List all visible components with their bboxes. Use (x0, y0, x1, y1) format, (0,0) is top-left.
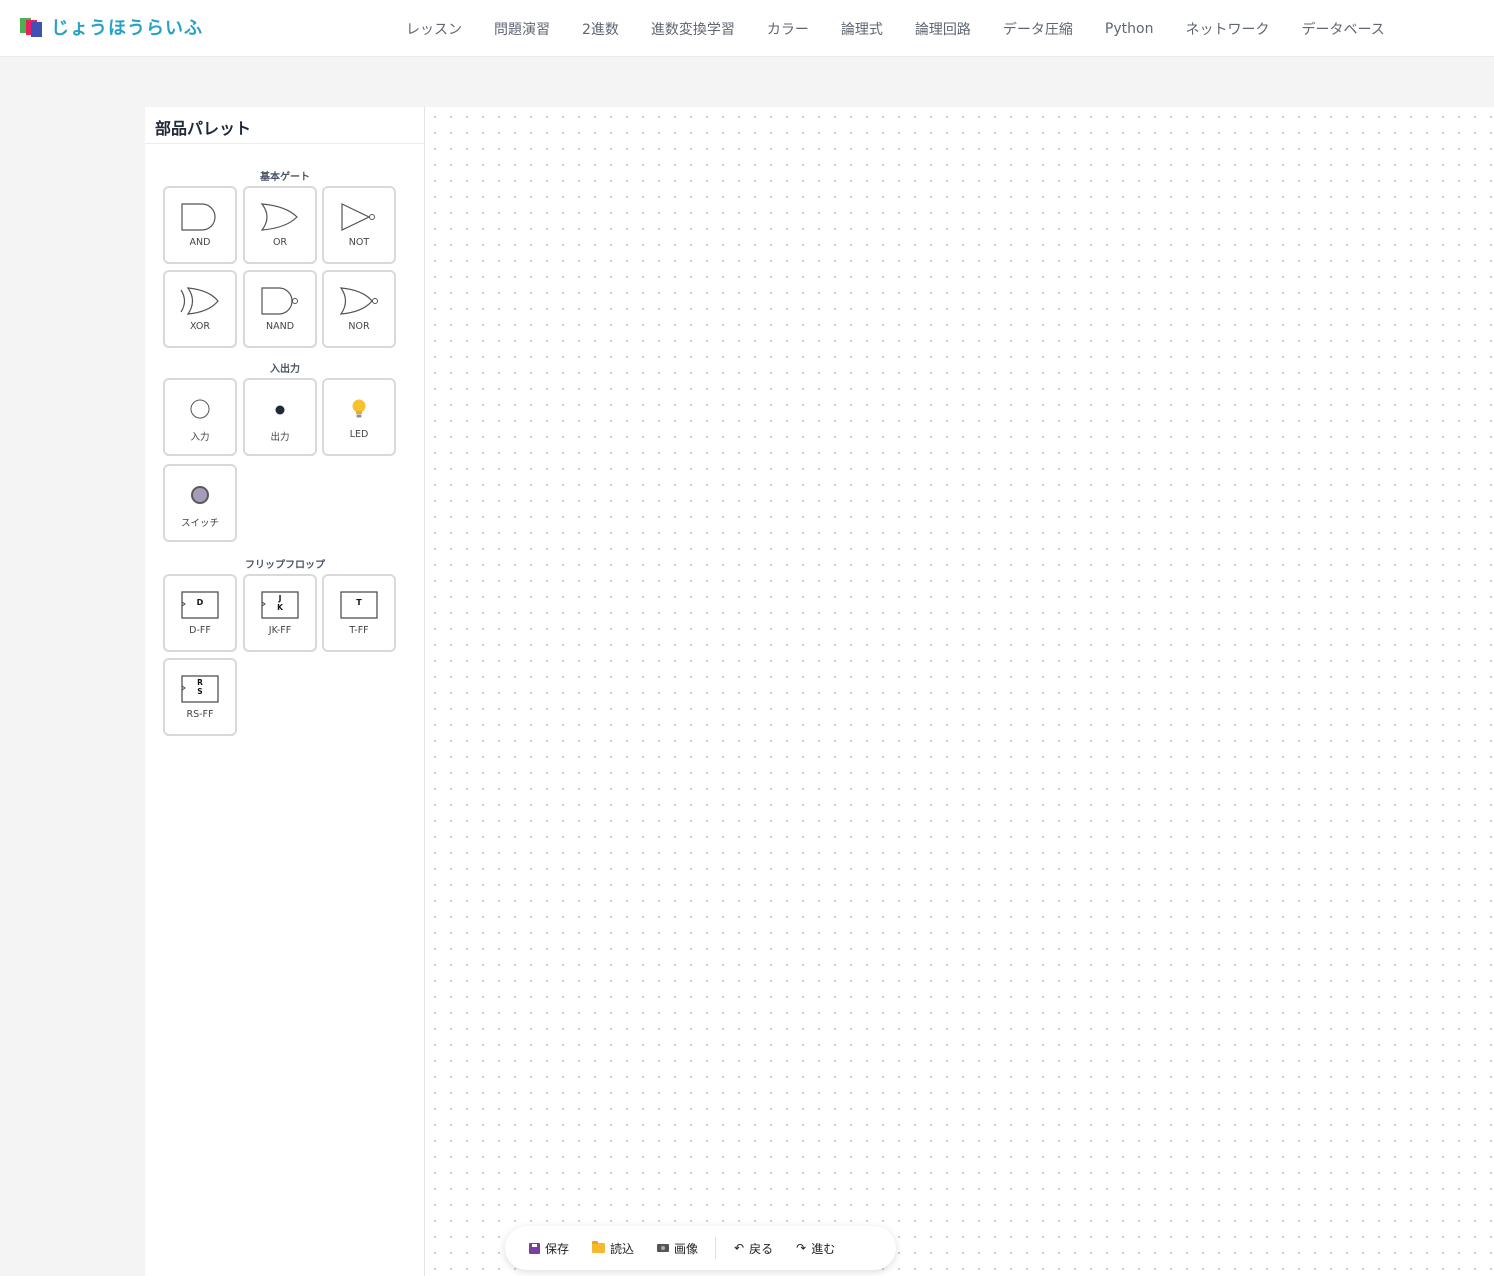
part-label: NOT (348, 237, 370, 248)
nav-binary[interactable]: 2進数 (566, 19, 635, 39)
jk-flipflop-icon: JK (261, 591, 299, 619)
part-label: XOR (190, 321, 210, 332)
logo-icon (20, 16, 42, 38)
part-label: RS-FF (186, 709, 214, 720)
ff-pin-label: S (197, 687, 202, 696)
part-label: T-FF (349, 625, 369, 636)
section-io: 入出力 (270, 364, 300, 375)
undo-icon: ↶ (734, 1241, 745, 1255)
and-gate-icon (181, 203, 216, 231)
undo-label: 戻る (749, 1241, 774, 1256)
part-label: JK-FF (268, 625, 292, 636)
rs-flipflop-icon: RS (181, 675, 219, 703)
part-input[interactable]: 入力 (163, 378, 237, 456)
input-circle-icon (190, 399, 210, 419)
part-label: NAND (265, 321, 295, 332)
parts-palette: 部品パレット 基本ゲート AND OR NOT XOR NAND NOR 入出力… (145, 107, 425, 1276)
redo-label: 進む (811, 1241, 836, 1256)
image-label: 画像 (674, 1241, 699, 1256)
export-image-button[interactable]: 画像 (649, 1240, 706, 1257)
circuit-canvas[interactable] (425, 107, 1494, 1276)
d-flipflop-icon: D (181, 591, 219, 619)
part-switch[interactable]: スイッチ (163, 464, 237, 542)
nav-data-compression[interactable]: データ圧縮 (987, 19, 1089, 39)
undo-button[interactable]: ↶ 戻る (726, 1240, 781, 1257)
part-label: 入力 (190, 432, 210, 443)
part-label: D-FF (189, 625, 211, 636)
part-label: スイッチ (180, 518, 219, 529)
nor-gate-icon (339, 287, 378, 315)
ff-pin-label: R (197, 678, 203, 687)
folder-icon (592, 1241, 606, 1253)
part-not-gate[interactable]: NOT (322, 186, 396, 264)
main-nav: レッスン 問題演習 2進数 進数変換学習 カラー 論理式 論理回路 データ圧縮 … (390, 0, 1401, 57)
save-label: 保存 (545, 1241, 570, 1256)
part-xor-gate[interactable]: XOR (163, 270, 237, 348)
load-button[interactable]: 読込 (584, 1240, 642, 1257)
nav-logic-circuit[interactable]: 論理回路 (899, 19, 987, 39)
part-label: 出力 (270, 432, 290, 443)
nav-lesson[interactable]: レッスン (390, 19, 478, 39)
lightbulb-icon (352, 399, 366, 418)
part-label: OR (272, 237, 288, 248)
nav-logic-expression[interactable]: 論理式 (825, 19, 899, 39)
part-nor-gate[interactable]: NOR (322, 270, 396, 348)
logo-text[interactable]: じょうほうらいふ (51, 14, 203, 40)
xor-gate-icon (180, 287, 219, 315)
part-or-gate[interactable]: OR (243, 186, 317, 264)
part-rs-ff[interactable]: RS RS-FF (163, 658, 237, 736)
nav-base-conversion[interactable]: 進数変換学習 (635, 19, 751, 39)
or-gate-icon (260, 203, 298, 231)
not-gate-icon (341, 203, 375, 231)
palette-title: 部品パレット (145, 107, 424, 144)
site-logo[interactable]: じょうほうらいふ (20, 14, 203, 40)
redo-icon: ↷ (796, 1241, 807, 1255)
part-t-ff[interactable]: T T-FF (322, 574, 396, 652)
part-label: AND (189, 237, 211, 248)
part-output[interactable]: 出力 (243, 378, 317, 456)
part-d-ff[interactable]: D D-FF (163, 574, 237, 652)
switch-button-icon (191, 486, 209, 504)
floppy-disk-icon (529, 1242, 540, 1254)
t-flipflop-icon: T (340, 591, 378, 619)
canvas-toolbar: 保存 読込 画像 ↶ 戻る ↷ 進む (505, 1226, 896, 1270)
load-label: 読込 (610, 1241, 635, 1256)
section-flip-flops: フリップフロップ (245, 560, 325, 571)
nav-color[interactable]: カラー (751, 19, 825, 39)
nav-exercises[interactable]: 問題演習 (478, 19, 566, 39)
ff-pin-label: J (278, 594, 282, 603)
camera-icon (657, 1244, 670, 1252)
top-header: じょうほうらいふ レッスン 問題演習 2進数 進数変換学習 カラー 論理式 論理… (0, 0, 1494, 57)
part-label: LED (349, 429, 369, 440)
toolbar-divider (715, 1237, 717, 1259)
part-nand-gate[interactable]: NAND (243, 270, 317, 348)
nand-gate-icon (261, 287, 298, 315)
nav-network[interactable]: ネットワーク (1169, 19, 1285, 39)
redo-button[interactable]: ↷ 進む (788, 1240, 843, 1257)
save-button[interactable]: 保存 (521, 1240, 577, 1257)
part-and-gate[interactable]: AND (163, 186, 237, 264)
part-jk-ff[interactable]: JK JK-FF (243, 574, 317, 652)
nav-database[interactable]: データベース (1285, 19, 1400, 39)
section-basic-gates: 基本ゲート (260, 172, 310, 183)
part-label: NOR (348, 321, 370, 332)
ff-pin-label: D (197, 598, 204, 607)
output-dot-icon (275, 405, 285, 415)
part-led[interactable]: LED (322, 378, 396, 456)
ff-pin-label: T (356, 598, 362, 607)
nav-python[interactable]: Python (1089, 21, 1170, 37)
